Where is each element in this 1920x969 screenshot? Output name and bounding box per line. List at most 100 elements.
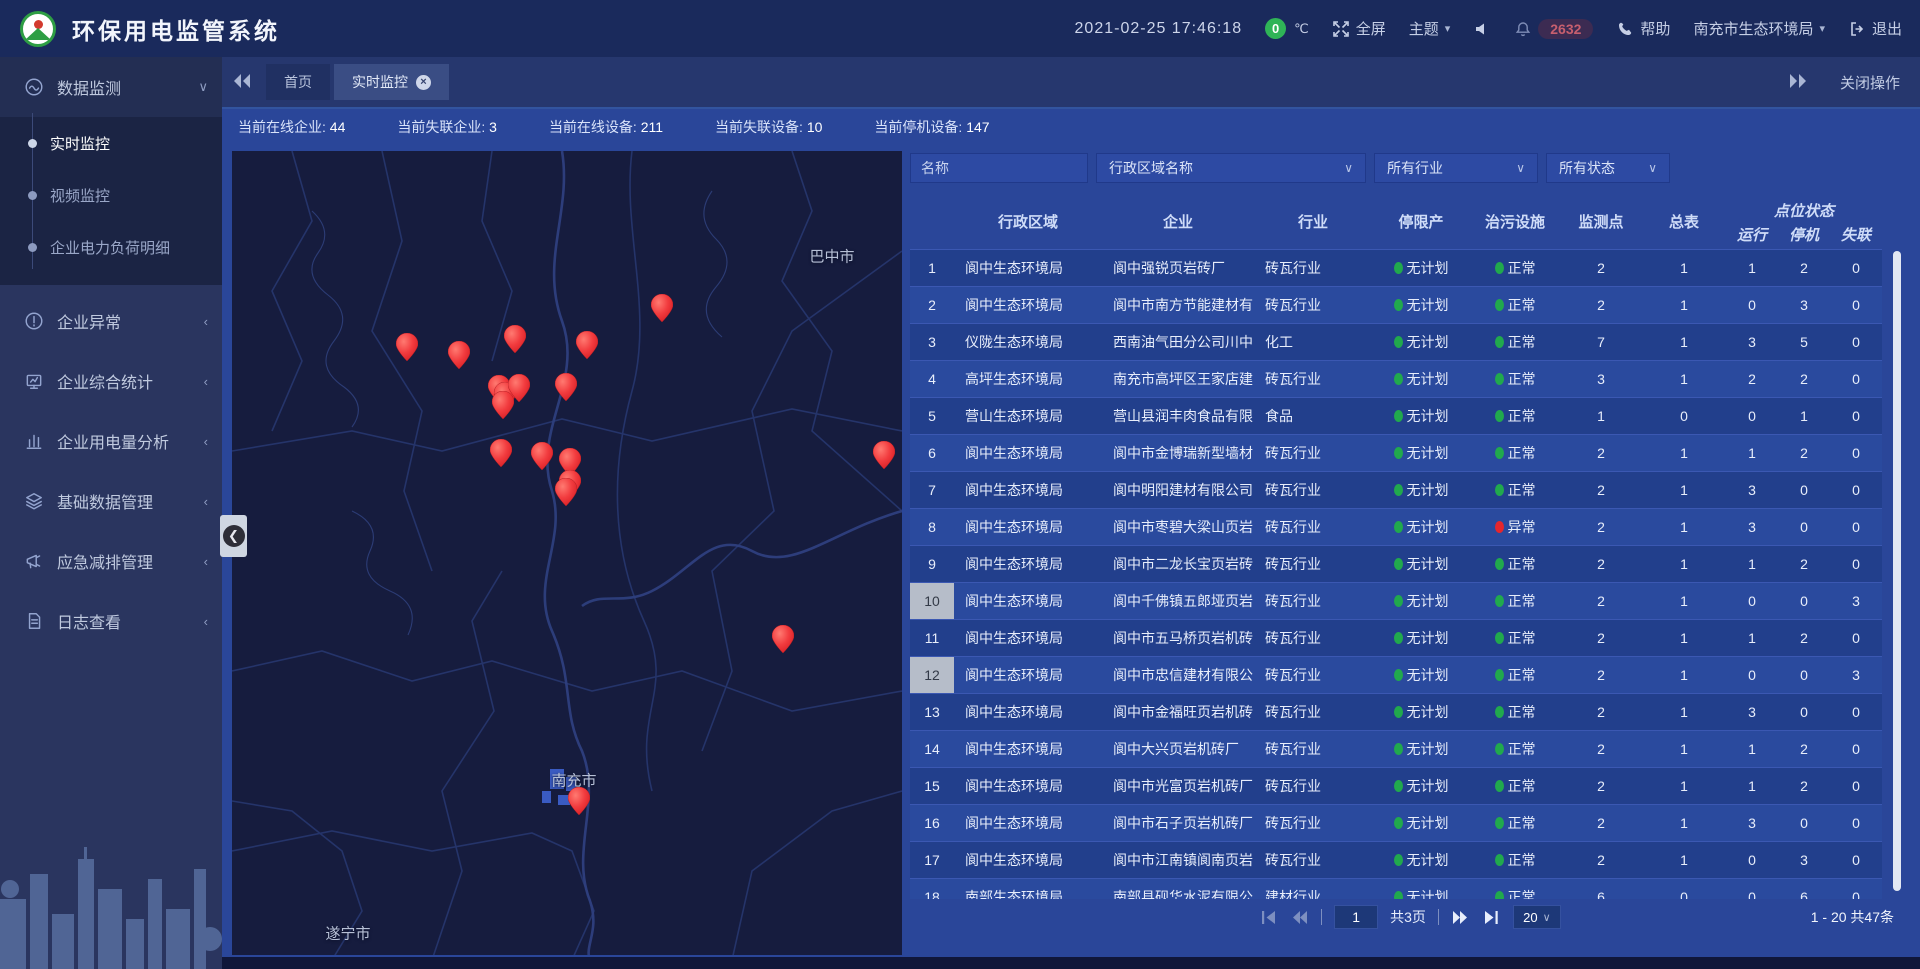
row-region: 阆中生态环境局 xyxy=(954,591,1102,611)
table-row[interactable]: 8阆中生态环境局阆中市枣碧大梁山页岩砖瓦行业无计划异常21300 xyxy=(910,508,1882,545)
row-halt-count: 2 xyxy=(1778,741,1830,757)
row-number: 11 xyxy=(910,620,954,656)
tab-实时监控[interactable]: 实时监控× xyxy=(334,64,449,100)
page-size-select[interactable]: 20 ∨ xyxy=(1513,905,1561,929)
map-pin-icon[interactable] xyxy=(531,442,553,470)
sidebar-item-视频监控[interactable]: 视频监控 xyxy=(0,169,222,221)
map-pin-icon[interactable] xyxy=(555,478,577,506)
table-row[interactable]: 14阆中生态环境局阆中大兴页岩机砖厂砖瓦行业无计划正常21120 xyxy=(910,730,1882,767)
next-page-button[interactable] xyxy=(1451,908,1470,927)
map-pin-icon[interactable] xyxy=(492,391,514,419)
table-row[interactable]: 7阆中生态环境局阆中明阳建材有限公司砖瓦行业无计划正常21300 xyxy=(910,471,1882,508)
sidebar-item-企业电力负荷明细[interactable]: 企业电力负荷明细 xyxy=(0,221,222,273)
row-industry: 砖瓦行业 xyxy=(1254,813,1372,833)
theme-label: 主题 xyxy=(1409,18,1439,39)
row-monitor-count: 7 xyxy=(1560,334,1642,350)
row-run-count: 3 xyxy=(1726,334,1778,350)
sound-toggle[interactable] xyxy=(1473,20,1491,38)
status-dot-icon xyxy=(1495,817,1504,829)
sidebar-section-日志查看[interactable]: 日志查看‹ xyxy=(0,591,222,651)
help-button[interactable]: 帮助 xyxy=(1616,18,1670,39)
table-row[interactable]: 10阆中生态环境局阆中千佛镇五郎垭页岩砖瓦行业无计划正常21003 xyxy=(910,582,1882,619)
sidebar-section-数据监测[interactable]: 数据监测∨ xyxy=(0,57,222,117)
tabs-scroll-left-button[interactable] xyxy=(232,72,258,92)
status-counter-value: 3 xyxy=(489,119,497,135)
row-halt-count: 0 xyxy=(1778,815,1830,831)
map-pin-icon[interactable] xyxy=(396,333,418,361)
tabs-scroll-right-button[interactable] xyxy=(1788,72,1814,92)
map-pin-icon[interactable] xyxy=(873,441,895,469)
sidebar-section-基础数据管理[interactable]: 基础数据管理‹ xyxy=(0,471,222,531)
row-enterprise: 南充市高坪区王家店建 xyxy=(1102,369,1254,389)
first-page-button[interactable] xyxy=(1259,908,1278,927)
fullscreen-button[interactable]: 全屏 xyxy=(1332,18,1386,39)
table-row[interactable]: 11阆中生态环境局阆中市五马桥页岩机砖砖瓦行业无计划正常21120 xyxy=(910,619,1882,656)
table-row[interactable]: 6阆中生态环境局阆中市金博瑞新型墙材砖瓦行业无计划正常21120 xyxy=(910,434,1882,471)
row-run-count: 1 xyxy=(1726,445,1778,461)
help-label: 帮助 xyxy=(1640,18,1670,39)
map-pin-icon[interactable] xyxy=(772,625,794,653)
sidebar-section-应急减排管理[interactable]: 应急减排管理‹ xyxy=(0,531,222,591)
sidebar-item-实时监控[interactable]: 实时监控 xyxy=(0,117,222,169)
sidebar-section-企业异常[interactable]: 企业异常‹ xyxy=(0,291,222,351)
row-facility-status: 正常 xyxy=(1470,850,1560,870)
close-operations-menu[interactable]: 关闭操作 xyxy=(1840,72,1900,93)
table-row[interactable]: 9阆中生态环境局阆中市二龙长宝页岩砖砖瓦行业无计划正常21120 xyxy=(910,545,1882,582)
table-row[interactable]: 13阆中生态环境局阆中市金福旺页岩机砖砖瓦行业无计划正常21300 xyxy=(910,693,1882,730)
status-filter-select[interactable]: 所有状态 ∨ xyxy=(1546,153,1670,183)
map-pin-icon[interactable] xyxy=(448,341,470,369)
user-org-menu[interactable]: 南充市生态环境局 ▾ xyxy=(1693,18,1825,39)
table-row[interactable]: 4高坪生态环境局南充市高坪区王家店建砖瓦行业无计划正常31220 xyxy=(910,360,1882,397)
table-row[interactable]: 2阆中生态环境局阆中市南方节能建材有砖瓦行业无计划正常21030 xyxy=(910,286,1882,323)
map-pin-icon[interactable] xyxy=(504,325,526,353)
sidebar-collapse-button[interactable]: ❮ xyxy=(220,515,247,557)
fullscreen-icon xyxy=(1332,20,1350,38)
logout-button[interactable]: 退出 xyxy=(1848,18,1902,39)
table-row[interactable]: 3仪陇生态环境局西南油气田分公司川中化工无计划正常71350 xyxy=(910,323,1882,360)
sidebar-section-企业用电量分析[interactable]: 企业用电量分析‹ xyxy=(0,411,222,471)
table-row[interactable]: 12阆中生态环境局阆中市忠信建材有限公砖瓦行业无计划正常21003 xyxy=(910,656,1882,693)
table-header: 行政区域 企业 行业 停限产 治污设施 监测点 总表 点位状态 xyxy=(910,193,1910,249)
industry-filter-select[interactable]: 所有行业 ∨ xyxy=(1374,153,1538,183)
map-pin-icon[interactable] xyxy=(651,294,673,322)
row-enterprise: 阆中市五马桥页岩机砖 xyxy=(1102,628,1254,648)
table-row[interactable]: 1阆中生态环境局阆中强锐页岩砖厂砖瓦行业无计划正常21120 xyxy=(910,249,1882,286)
tab-首页[interactable]: 首页 xyxy=(266,64,330,100)
table-row[interactable]: 15阆中生态环境局阆中市光富页岩机砖厂砖瓦行业无计划正常21120 xyxy=(910,767,1882,804)
row-number: 6 xyxy=(910,435,954,471)
tab-close-icon[interactable]: × xyxy=(416,75,431,90)
map-pin-icon[interactable] xyxy=(568,787,590,815)
monitoring-map[interactable]: 巴中市南充市遂宁市 xyxy=(232,151,902,955)
map-pin-icon[interactable] xyxy=(490,439,512,467)
table-row[interactable]: 17阆中生态环境局阆中市江南镇阆南页岩砖瓦行业无计划正常21030 xyxy=(910,841,1882,878)
row-stop-status: 无计划 xyxy=(1372,332,1470,352)
map-pin-icon[interactable] xyxy=(576,331,598,359)
row-region: 阆中生态环境局 xyxy=(954,295,1102,315)
name-filter-input[interactable] xyxy=(910,153,1088,183)
row-monitor-count: 2 xyxy=(1560,297,1642,313)
row-monitor-count: 6 xyxy=(1560,889,1642,899)
notifications-button[interactable]: 2632 xyxy=(1514,19,1593,39)
table-scrollbar[interactable] xyxy=(1893,251,1901,891)
prev-page-button[interactable] xyxy=(1290,908,1309,927)
logout-label: 退出 xyxy=(1872,18,1902,39)
row-region: 仪陇生态环境局 xyxy=(954,332,1102,352)
map-pin-icon[interactable] xyxy=(555,373,577,401)
region-filter-select[interactable]: 行政区域名称 ∨ xyxy=(1096,153,1366,183)
table-body: 1阆中生态环境局阆中强锐页岩砖厂砖瓦行业无计划正常211202阆中生态环境局阆中… xyxy=(910,249,1910,899)
table-row[interactable]: 18南部生态环境局南部县砚华水泥有限公建材行业无计划正常60060 xyxy=(910,878,1882,899)
status-dot-icon xyxy=(1495,780,1504,792)
submenu-dot-icon xyxy=(28,139,37,148)
table-row[interactable]: 5营山生态环境局营山县润丰肉食品有限食品无计划正常10010 xyxy=(910,397,1882,434)
row-halt-count: 2 xyxy=(1778,445,1830,461)
page-number-input[interactable]: 1 xyxy=(1334,905,1378,929)
theme-menu[interactable]: 主题 ▾ xyxy=(1409,18,1451,39)
row-run-count: 3 xyxy=(1726,704,1778,720)
row-run-count: 0 xyxy=(1726,297,1778,313)
last-page-button[interactable] xyxy=(1482,908,1501,927)
sidebar-section-企业综合统计[interactable]: 企业综合统计‹ xyxy=(0,351,222,411)
row-run-count: 0 xyxy=(1726,593,1778,609)
row-stop-status: 无计划 xyxy=(1372,406,1470,426)
sidebar-section-label: 企业综合统计 xyxy=(57,369,204,393)
table-row[interactable]: 16阆中生态环境局阆中市石子页岩机砖厂砖瓦行业无计划正常21300 xyxy=(910,804,1882,841)
